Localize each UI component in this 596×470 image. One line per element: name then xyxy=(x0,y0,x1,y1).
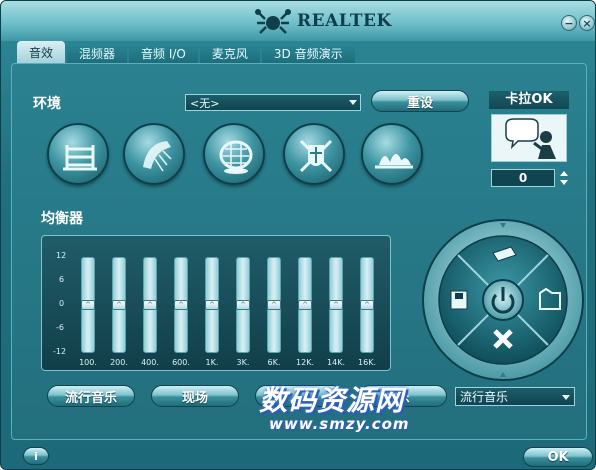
tab-bar: 音效 混频器 音频 I/O 麦克风 3D 音频演示 xyxy=(17,41,417,63)
tab-sound-effects[interactable]: 音效 xyxy=(17,41,66,63)
eq-slider-thumb[interactable]: ^ xyxy=(267,300,281,310)
stairs-icon xyxy=(63,145,97,171)
db-label: -6 xyxy=(56,323,64,332)
db-label: 12 xyxy=(56,251,67,260)
ok-button[interactable]: OK xyxy=(523,447,593,467)
eq-preset-select[interactable]: 流行音乐 xyxy=(455,387,575,406)
eq-slider-thumb[interactable]: ^ xyxy=(236,300,250,310)
env-stadium-button[interactable] xyxy=(203,123,265,185)
eq-band-label: 600. xyxy=(172,358,190,367)
karaoke-toggle[interactable] xyxy=(491,114,567,162)
tab-audio-io[interactable]: 音频 I/O xyxy=(129,43,198,63)
chevron-down-icon xyxy=(562,395,570,400)
stadium-icon xyxy=(219,140,253,174)
info-icon: i xyxy=(34,449,38,463)
db-label: 6 xyxy=(59,275,65,284)
preset-pop-button[interactable]: 流行音乐 xyxy=(47,385,135,407)
chevron-down-icon xyxy=(349,100,357,105)
eq-slider-thumb[interactable]: ^ xyxy=(81,300,95,310)
shower-icon xyxy=(143,141,172,172)
eq-band-label: 3K. xyxy=(236,358,250,367)
brand-wordmark: REALTEK xyxy=(297,11,392,31)
title-bar: REALTEK − × xyxy=(1,1,595,41)
tab-3d-audio-demo[interactable]: 3D 音频演示 xyxy=(261,43,355,63)
tab-microphone[interactable]: 麦克风 xyxy=(199,43,260,63)
eq-band-label: 200. xyxy=(110,358,128,367)
crab-logo-icon xyxy=(253,7,293,35)
save-icon-label xyxy=(455,293,463,299)
tab-mixer[interactable]: 混频器 xyxy=(67,43,128,63)
spin-down-icon[interactable] xyxy=(559,179,569,187)
watermark-url: www.smzy.com xyxy=(269,415,410,433)
eq-band-label: 100. xyxy=(79,358,97,367)
eq-preset-select-value: 流行音乐 xyxy=(460,390,509,404)
eq-band-label: 14K. xyxy=(327,358,345,367)
close-icon: × xyxy=(582,16,592,30)
opera-house-icon xyxy=(375,154,413,169)
knight-shield-icon xyxy=(299,139,333,173)
eq-slider-thumb[interactable]: ^ xyxy=(360,300,374,310)
env-knight-button[interactable] xyxy=(283,123,345,185)
watermark-text: 数码资源网 xyxy=(259,384,405,417)
db-label: 0 xyxy=(59,299,65,308)
env-shower-button[interactable] xyxy=(123,123,185,185)
eq-band-label: 6K. xyxy=(267,358,281,367)
preset-live-button[interactable]: 现场 xyxy=(151,385,239,407)
environment-select[interactable]: <无> xyxy=(185,94,361,111)
eq-slider-thumb[interactable]: ^ xyxy=(174,300,188,310)
spin-up-icon[interactable] xyxy=(559,169,569,177)
minimize-icon: − xyxy=(564,16,574,30)
environment-select-value: <无> xyxy=(190,96,220,110)
env-stairs-button[interactable] xyxy=(47,123,109,185)
realtek-audio-manager-window: REALTEK − × 音效 混频器 音频 I/O 麦克风 3D 音频演示 环境… xyxy=(0,0,596,470)
eq-slider-thumb[interactable]: ^ xyxy=(112,300,126,310)
eq-slider-thumb[interactable]: ^ xyxy=(205,300,219,310)
db-label: -12 xyxy=(53,347,67,356)
eq-band-label: 1K. xyxy=(205,358,219,367)
info-button[interactable]: i xyxy=(23,447,49,465)
minimize-button[interactable]: − xyxy=(561,15,577,31)
equalizer-control-wheel xyxy=(422,219,584,381)
close-button[interactable]: × xyxy=(579,15,595,31)
environment-label: 环境 xyxy=(33,96,61,112)
eq-slider-thumb[interactable]: ^ xyxy=(329,300,343,310)
karaoke-label: 卡拉OK xyxy=(489,91,569,109)
eq-band-label: 16K. xyxy=(358,358,376,367)
realtek-logo: REALTEK xyxy=(253,5,391,37)
env-opera-house-button[interactable] xyxy=(361,123,423,185)
reset-button[interactable]: 重设 xyxy=(371,90,469,112)
eq-slider-thumb[interactable]: ^ xyxy=(143,300,157,310)
eq-band-label: 400. xyxy=(141,358,159,367)
eq-band-label: 12K. xyxy=(296,358,314,367)
equalizer-label: 均衡器 xyxy=(41,211,83,227)
eq-slider-thumb[interactable]: ^ xyxy=(298,300,312,310)
karaoke-value-field[interactable]: 0 xyxy=(491,169,555,187)
karaoke-singer-icon xyxy=(505,118,556,159)
